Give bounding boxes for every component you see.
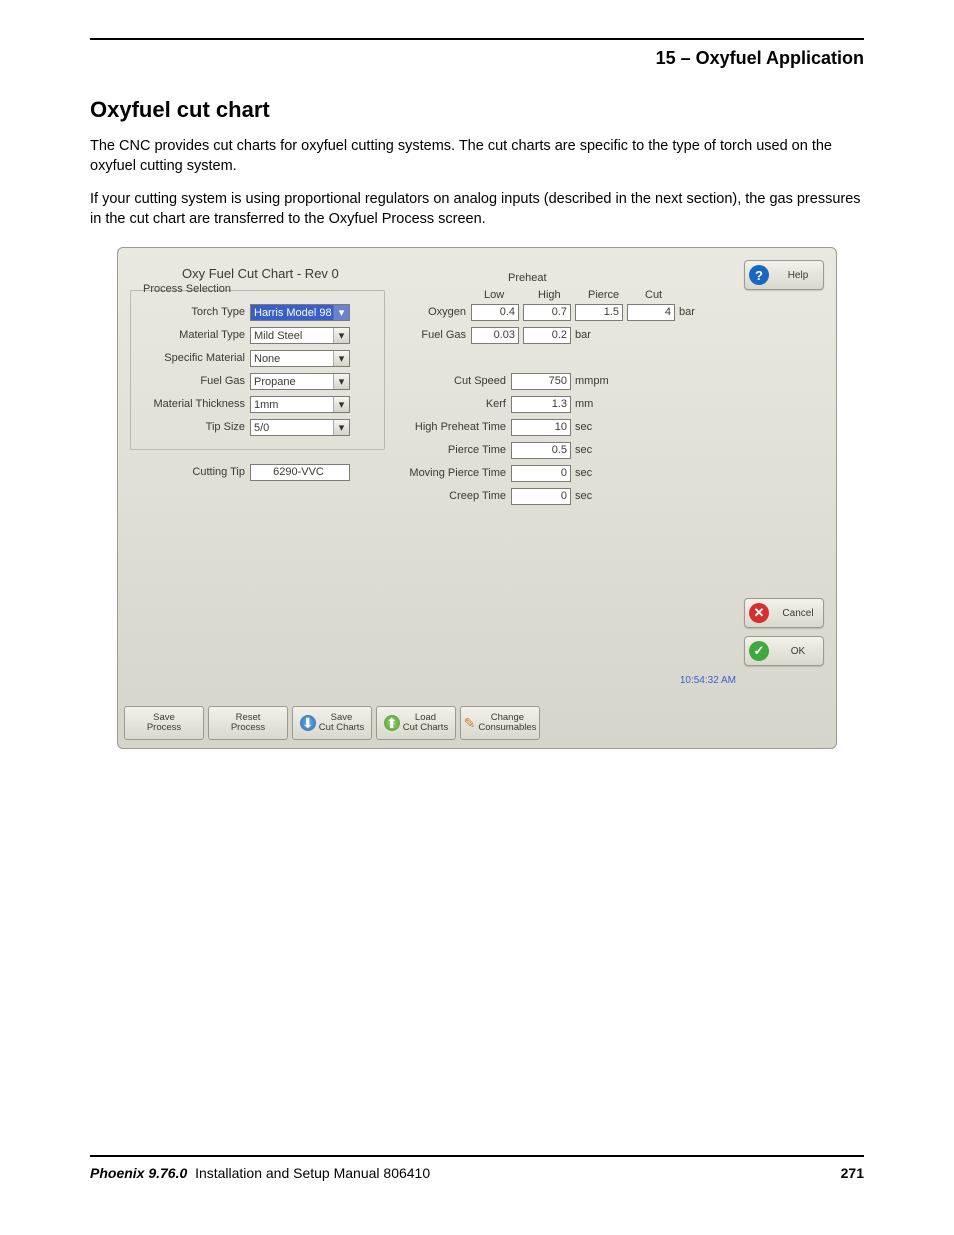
chevron-down-icon: ▾: [333, 328, 349, 343]
oxygen-low[interactable]: 0.4: [471, 304, 519, 321]
help-label: Help: [773, 270, 823, 281]
specific-material-label: Specific Material: [130, 352, 245, 364]
kerf-unit: mm: [575, 398, 593, 410]
help-icon: ?: [749, 265, 769, 285]
col-cut: Cut: [645, 289, 662, 301]
cutting-tip-label: Cutting Tip: [130, 466, 245, 478]
col-low: Low: [484, 289, 504, 301]
body-paragraph-2: If your cutting system is using proporti…: [90, 190, 864, 229]
reset-process-button[interactable]: Reset Process: [208, 706, 288, 740]
kerf-label: Kerf: [376, 398, 506, 410]
save-cut-charts-label: Save Cut Charts: [319, 713, 364, 734]
torch-type-label: Torch Type: [130, 306, 245, 318]
material-type-value: Mild Steel: [254, 330, 302, 342]
change-consumables-label: Change Consumables: [478, 713, 536, 734]
page-title: Oxyfuel cut chart: [90, 97, 864, 123]
specific-material-value: None: [254, 353, 280, 365]
cancel-icon: ✕: [749, 603, 769, 623]
window-title: Oxy Fuel Cut Chart - Rev 0: [182, 266, 339, 281]
high-preheat-time-value[interactable]: 10: [511, 419, 571, 436]
ok-icon: ✓: [749, 641, 769, 661]
process-selection-label: Process Selection: [139, 283, 235, 295]
footer-manual: Installation and Setup Manual 806410: [195, 1165, 430, 1181]
chevron-down-icon: ▾: [333, 351, 349, 366]
help-button[interactable]: ? Help: [744, 260, 824, 290]
pierce-time-unit: sec: [575, 444, 592, 456]
footer-page-number: 271: [841, 1165, 864, 1181]
material-type-label: Material Type: [130, 329, 245, 341]
oxygen-label: Oxygen: [376, 306, 466, 318]
bottom-toolbar: Save Process Reset Process ⬇ Save Cut Ch…: [124, 706, 830, 742]
material-type-combo[interactable]: Mild Steel ▾: [250, 327, 350, 344]
torch-type-combo[interactable]: Harris Model 98 ▾: [250, 304, 350, 321]
col-high: High: [538, 289, 561, 301]
chevron-down-icon: ▾: [333, 420, 349, 435]
kerf-value[interactable]: 1.3: [511, 396, 571, 413]
load-cut-charts-label: Load Cut Charts: [403, 713, 448, 734]
chevron-down-icon: ▾: [333, 397, 349, 412]
high-preheat-time-unit: sec: [575, 421, 592, 433]
reset-process-label: Reset Process: [231, 713, 265, 734]
creep-time-value[interactable]: 0: [511, 488, 571, 505]
cancel-button[interactable]: ✕ Cancel: [744, 598, 824, 628]
ok-button[interactable]: ✓ OK: [744, 636, 824, 666]
material-thickness-value: 1mm: [254, 399, 278, 411]
page-header: 15 – Oxyfuel Application: [90, 48, 864, 69]
ok-label: OK: [773, 646, 823, 657]
preheat-header: Preheat: [508, 272, 547, 284]
change-consumables-button[interactable]: ✎ Change Consumables: [460, 706, 540, 740]
cut-speed-unit: mmpm: [575, 375, 609, 387]
creep-time-label: Creep Time: [376, 490, 506, 502]
moving-pierce-time-unit: sec: [575, 467, 592, 479]
fuelgas-unit: bar: [575, 329, 591, 341]
torch-type-value: Harris Model 98: [254, 307, 332, 319]
tip-size-combo[interactable]: 5/0 ▾: [250, 419, 350, 436]
save-process-button[interactable]: Save Process: [124, 706, 204, 740]
oxygen-high[interactable]: 0.7: [523, 304, 571, 321]
oxygen-unit: bar: [679, 306, 695, 318]
tip-size-value: 5/0: [254, 422, 269, 434]
footer-product: Phoenix 9.76.0: [90, 1165, 187, 1181]
pierce-time-value[interactable]: 0.5: [511, 442, 571, 459]
col-pierce: Pierce: [588, 289, 619, 301]
load-cut-charts-button[interactable]: ⬆ Load Cut Charts: [376, 706, 456, 740]
cut-speed-label: Cut Speed: [376, 375, 506, 387]
body-paragraph-1: The CNC provides cut charts for oxyfuel …: [90, 137, 864, 176]
specific-material-combo[interactable]: None ▾: [250, 350, 350, 367]
chevron-down-icon: ▾: [333, 374, 349, 389]
oxygen-cut[interactable]: 4: [627, 304, 675, 321]
fuelgas-label: Fuel Gas: [376, 329, 466, 341]
moving-pierce-time-value[interactable]: 0: [511, 465, 571, 482]
moving-pierce-time-label: Moving Pierce Time: [376, 467, 506, 479]
fuel-gas-value: Propane: [254, 376, 296, 388]
pierce-time-label: Pierce Time: [376, 444, 506, 456]
save-process-label: Save Process: [147, 713, 181, 734]
tip-size-label: Tip Size: [130, 421, 245, 433]
fuel-gas-combo[interactable]: Propane ▾: [250, 373, 350, 390]
cutting-tip-field[interactable]: 6290-VVC: [250, 464, 350, 481]
page-footer: Phoenix 9.76.0 Installation and Setup Ma…: [90, 1155, 864, 1181]
fuelgas-low[interactable]: 0.03: [471, 327, 519, 344]
save-icon: ⬇: [300, 715, 316, 731]
torch-icon: ✎: [464, 715, 476, 731]
save-cut-charts-button[interactable]: ⬇ Save Cut Charts: [292, 706, 372, 740]
chevron-down-icon: ▾: [333, 305, 349, 320]
load-icon: ⬆: [384, 715, 400, 731]
creep-time-unit: sec: [575, 490, 592, 502]
cut-speed-value[interactable]: 750: [511, 373, 571, 390]
clock: 10:54:32 AM: [680, 675, 736, 686]
fuelgas-high[interactable]: 0.2: [523, 327, 571, 344]
cancel-label: Cancel: [773, 608, 823, 619]
cut-chart-screenshot: Oxy Fuel Cut Chart - Rev 0 Process Selec…: [117, 247, 837, 749]
high-preheat-time-label: High Preheat Time: [376, 421, 506, 433]
oxygen-pierce[interactable]: 1.5: [575, 304, 623, 321]
material-thickness-combo[interactable]: 1mm ▾: [250, 396, 350, 413]
fuel-gas-label: Fuel Gas: [130, 375, 245, 387]
material-thickness-label: Material Thickness: [130, 398, 245, 410]
